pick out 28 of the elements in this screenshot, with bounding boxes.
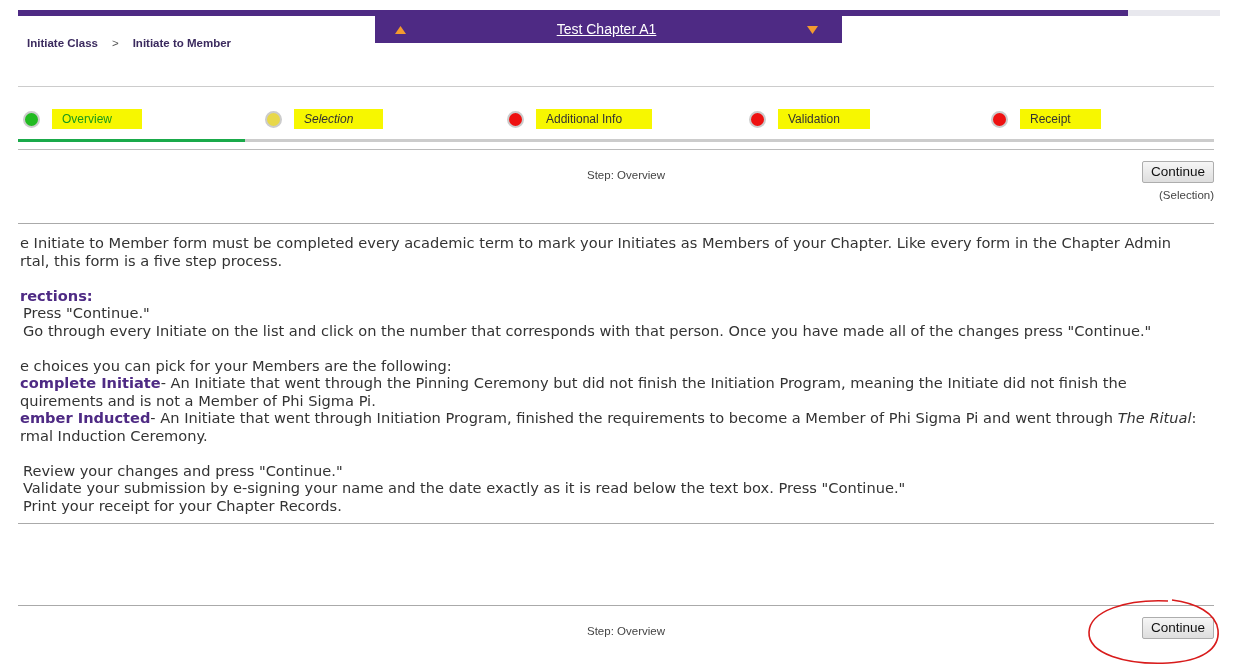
step-label: Step: Overview [586, 168, 666, 183]
paragraph-line: complete Initiate- An Initiate that went through the Pinning Ceremony but did not finish the Initiation Program, meaning the Initiate did not finish the [20, 374, 1128, 392]
step-tab[interactable]: Receipt [1020, 109, 1101, 129]
step-label: Step: Overview [586, 624, 666, 640]
paragraph-line: Review your changes and press "Continue." [22, 461, 344, 480]
next-step-label: (Selection) [1159, 188, 1214, 203]
section-heading: rections: [20, 286, 94, 305]
dropdown-arrow-icon[interactable] [807, 25, 818, 34]
paragraph-line: Validate your submission by e-signing your name and the date exactly as it is read below the text box. Press "Continue." [22, 479, 907, 497]
breadcrumb-link[interactable]: Initiate to Member [132, 35, 232, 51]
continue-button[interactable]: Continue [1141, 617, 1214, 640]
paragraph-line: Press "Continue." [22, 304, 151, 322]
paragraph-line: rmal Induction Ceremony. [20, 426, 209, 445]
paragraph-line: rtal, this form is a five step process. [20, 251, 284, 270]
paragraph-line: Go through every Initiate on the list and click on the number that corresponds with that person. Once you have made all of the changes press "Continue." [22, 321, 1153, 340]
breadcrumb-link[interactable]: Initiate Class [27, 35, 98, 51]
paragraph-line: quirements and is not a Member of Phi Sigma Pi. [20, 391, 377, 410]
breadcrumb-separator: > [111, 36, 119, 51]
continue-button[interactable]: Continue [1141, 161, 1214, 183]
chapter-link[interactable]: Test Chapter A1 [556, 19, 657, 40]
step-tab[interactable]: Selection [294, 109, 384, 129]
step-tab[interactable]: Additional Info [536, 109, 653, 129]
paragraph-line: e Initiate to Member form must be completed every academic term to mark your Initiates as Members of your Chapter. Like every form in the Chapter Admin [20, 234, 1172, 252]
up-arrow-icon[interactable] [395, 25, 406, 34]
paragraph-line: Print your receipt for your Chapter Records. [22, 496, 343, 515]
paragraph-line: e choices you can pick for your Members are the following: [20, 356, 453, 375]
step-tab[interactable]: Validation [778, 109, 870, 129]
paragraph-line: ember Inducted- An Initiate that went through Initiation Program, finished the requirements to become a Member of Phi Sigma Pi and went through The Ritual: [20, 409, 1198, 427]
